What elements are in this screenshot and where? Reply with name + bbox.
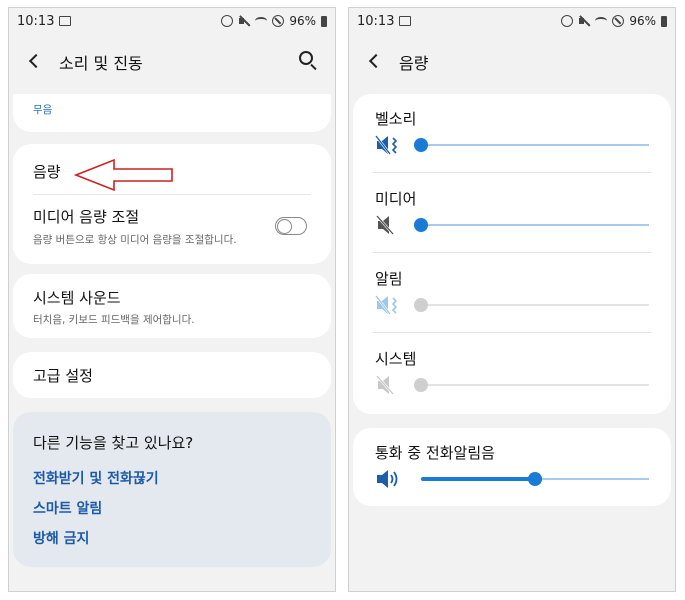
call-volume-label: 통화 중 전화알림음 [375, 444, 495, 462]
status-time: 10:13 [17, 14, 55, 29]
image-icon [59, 16, 71, 26]
battery-icon [321, 15, 327, 27]
mute-icon [376, 375, 394, 395]
help-card: 다른 기능을 찾고 있나요? 전화받기 및 전화끊기 스마트 알림 방해 금지 [13, 412, 331, 567]
red-arrow-annotation [74, 158, 173, 192]
media-volume-toggle[interactable] [275, 217, 307, 235]
volume-item[interactable]: 음량 [33, 161, 61, 182]
divider [373, 252, 651, 253]
system-slider [414, 378, 649, 392]
link-do-not-disturb[interactable]: 방해 금지 [33, 528, 89, 548]
media-label: 미디어 [375, 190, 417, 208]
sound-settings-screen: 10:13 96% 소리 및 진동 무음 음량 미디어 음량 조절 음량 버튼으… [8, 7, 336, 592]
system-sound-title: 시스템 사운드 [33, 289, 121, 307]
mute-status-icon [238, 15, 250, 27]
divider [373, 172, 651, 173]
system-label: 시스템 [375, 350, 417, 368]
mode-value: 무음 [33, 104, 53, 116]
advanced-settings-card[interactable]: 고급 설정 [13, 352, 331, 398]
link-answer-end-calls[interactable]: 전화받기 및 전화끊기 [33, 468, 159, 488]
call-volume-thumb[interactable] [528, 472, 542, 486]
media-volume-sub: 음량 버튼으로 항상 미디어 음량을 조절합니다. [33, 234, 237, 246]
divider [33, 194, 311, 195]
media-volume-title: 미디어 음량 조절 [33, 208, 140, 226]
volume-screen: 10:13 96% 음량 벨소리 미디어 알림 시스템 통화 중 전화알림음 [348, 7, 676, 592]
wifi-icon [595, 17, 608, 25]
volume-sliders-card: 벨소리 미디어 알림 시스템 [353, 94, 671, 414]
notification-thumb [414, 298, 428, 312]
call-volume-fill [421, 477, 535, 481]
media-slider[interactable] [414, 218, 649, 232]
page-title: 음량 [399, 54, 429, 73]
system-sound-sub: 터치음, 키보드 피드백을 제어합니다. [33, 314, 195, 326]
system-sound-card[interactable]: 시스템 사운드 터치음, 키보드 피드백을 제어합니다. [13, 274, 331, 338]
app-bar: 소리 및 진동 [9, 46, 335, 82]
help-title: 다른 기능을 찾고 있나요? [33, 434, 194, 452]
battery-percent: 96% [289, 14, 316, 28]
divider [373, 332, 651, 333]
notification-slider [414, 298, 649, 312]
notification-label: 알림 [375, 270, 403, 288]
do-not-disturb-icon [272, 15, 285, 27]
call-volume-slider[interactable] [421, 472, 649, 486]
battery-percent: 96% [629, 14, 656, 28]
page-title: 소리 및 진동 [59, 54, 143, 73]
system-thumb [414, 378, 428, 392]
status-time: 10:13 [357, 14, 395, 29]
vibrate-icon [375, 295, 398, 315]
vibrate-icon[interactable] [375, 134, 401, 156]
image-icon [399, 16, 411, 26]
do-not-disturb-icon [612, 15, 625, 27]
mute-status-icon [578, 15, 590, 27]
media-thumb[interactable] [414, 218, 428, 232]
mute-icon[interactable] [375, 214, 401, 236]
speaker-icon[interactable] [375, 468, 401, 490]
advanced-settings-title: 고급 설정 [33, 367, 93, 385]
ringtone-thumb[interactable] [414, 138, 428, 152]
battery-icon [661, 15, 667, 27]
wifi-icon [255, 17, 268, 25]
alarm-icon [561, 15, 574, 27]
vibration-mode-card[interactable]: 무음 [13, 94, 331, 132]
status-bar: 10:13 96% [349, 8, 675, 36]
back-arrow-icon[interactable] [28, 53, 44, 69]
back-arrow-icon[interactable] [368, 53, 384, 69]
search-icon[interactable] [299, 51, 313, 65]
ringtone-label: 벨소리 [375, 110, 417, 128]
link-smart-alert[interactable]: 스마트 알림 [33, 498, 102, 518]
alarm-icon [221, 15, 234, 27]
ringtone-slider[interactable] [414, 138, 649, 152]
app-bar: 음량 [349, 46, 675, 82]
call-volume-card: 통화 중 전화알림음 [353, 428, 671, 506]
status-bar: 10:13 96% [9, 8, 335, 36]
